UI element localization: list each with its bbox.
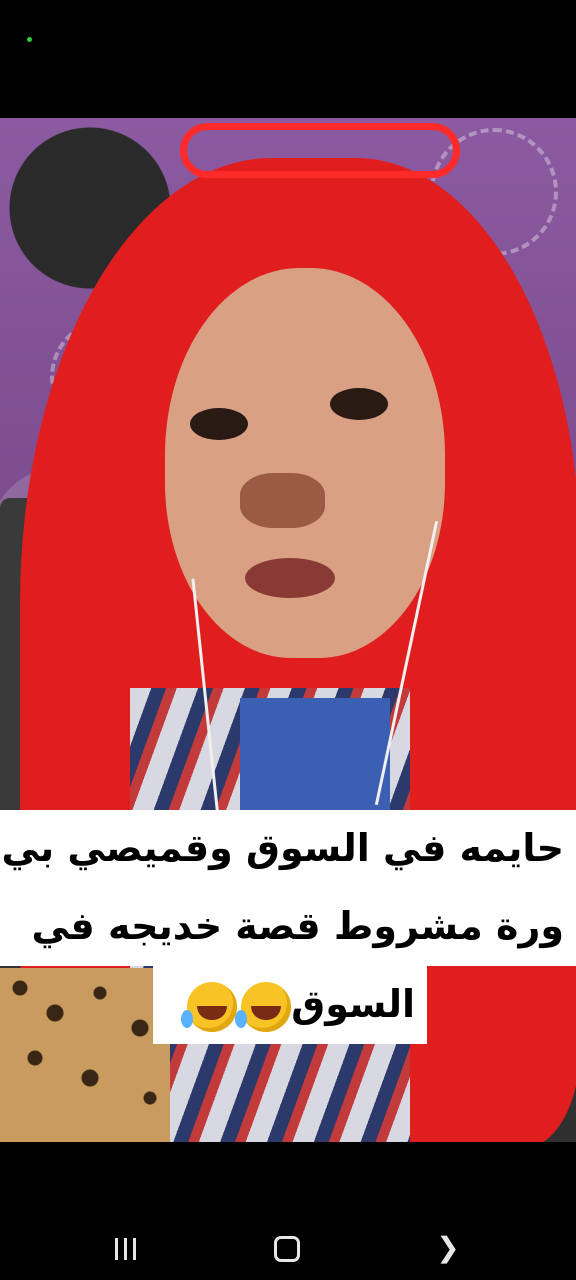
home-icon[interactable] — [267, 1230, 307, 1266]
caption-text: ورة مشروط قصة خديجه في — [31, 904, 564, 948]
recents-icon[interactable] — [105, 1230, 145, 1266]
eye — [330, 388, 388, 420]
caption-line-3: السوق — [153, 966, 427, 1044]
laughing-emoji-icon — [181, 981, 238, 1032]
notification-dot — [27, 37, 32, 42]
caption-line-2: ورة مشروط قصة خديجه في — [0, 888, 576, 966]
star-pattern — [240, 698, 390, 818]
red-sunglasses — [180, 123, 460, 178]
caption-text: السوق — [291, 982, 415, 1026]
navigation-bar: ❯ — [0, 1142, 576, 1280]
face — [165, 268, 445, 658]
eye — [190, 408, 248, 440]
caption-text: حايمه في السوق وقميصي بي — [1, 826, 564, 870]
laughing-emoji-icon — [235, 981, 292, 1032]
status-bar — [0, 0, 576, 118]
back-icon[interactable]: ❯ — [428, 1230, 468, 1266]
caption-line-1: حايمه في السوق وقميصي بي — [0, 810, 576, 888]
mouth — [245, 558, 335, 598]
leopard-print-bag — [0, 968, 170, 1142]
nose — [240, 473, 325, 528]
